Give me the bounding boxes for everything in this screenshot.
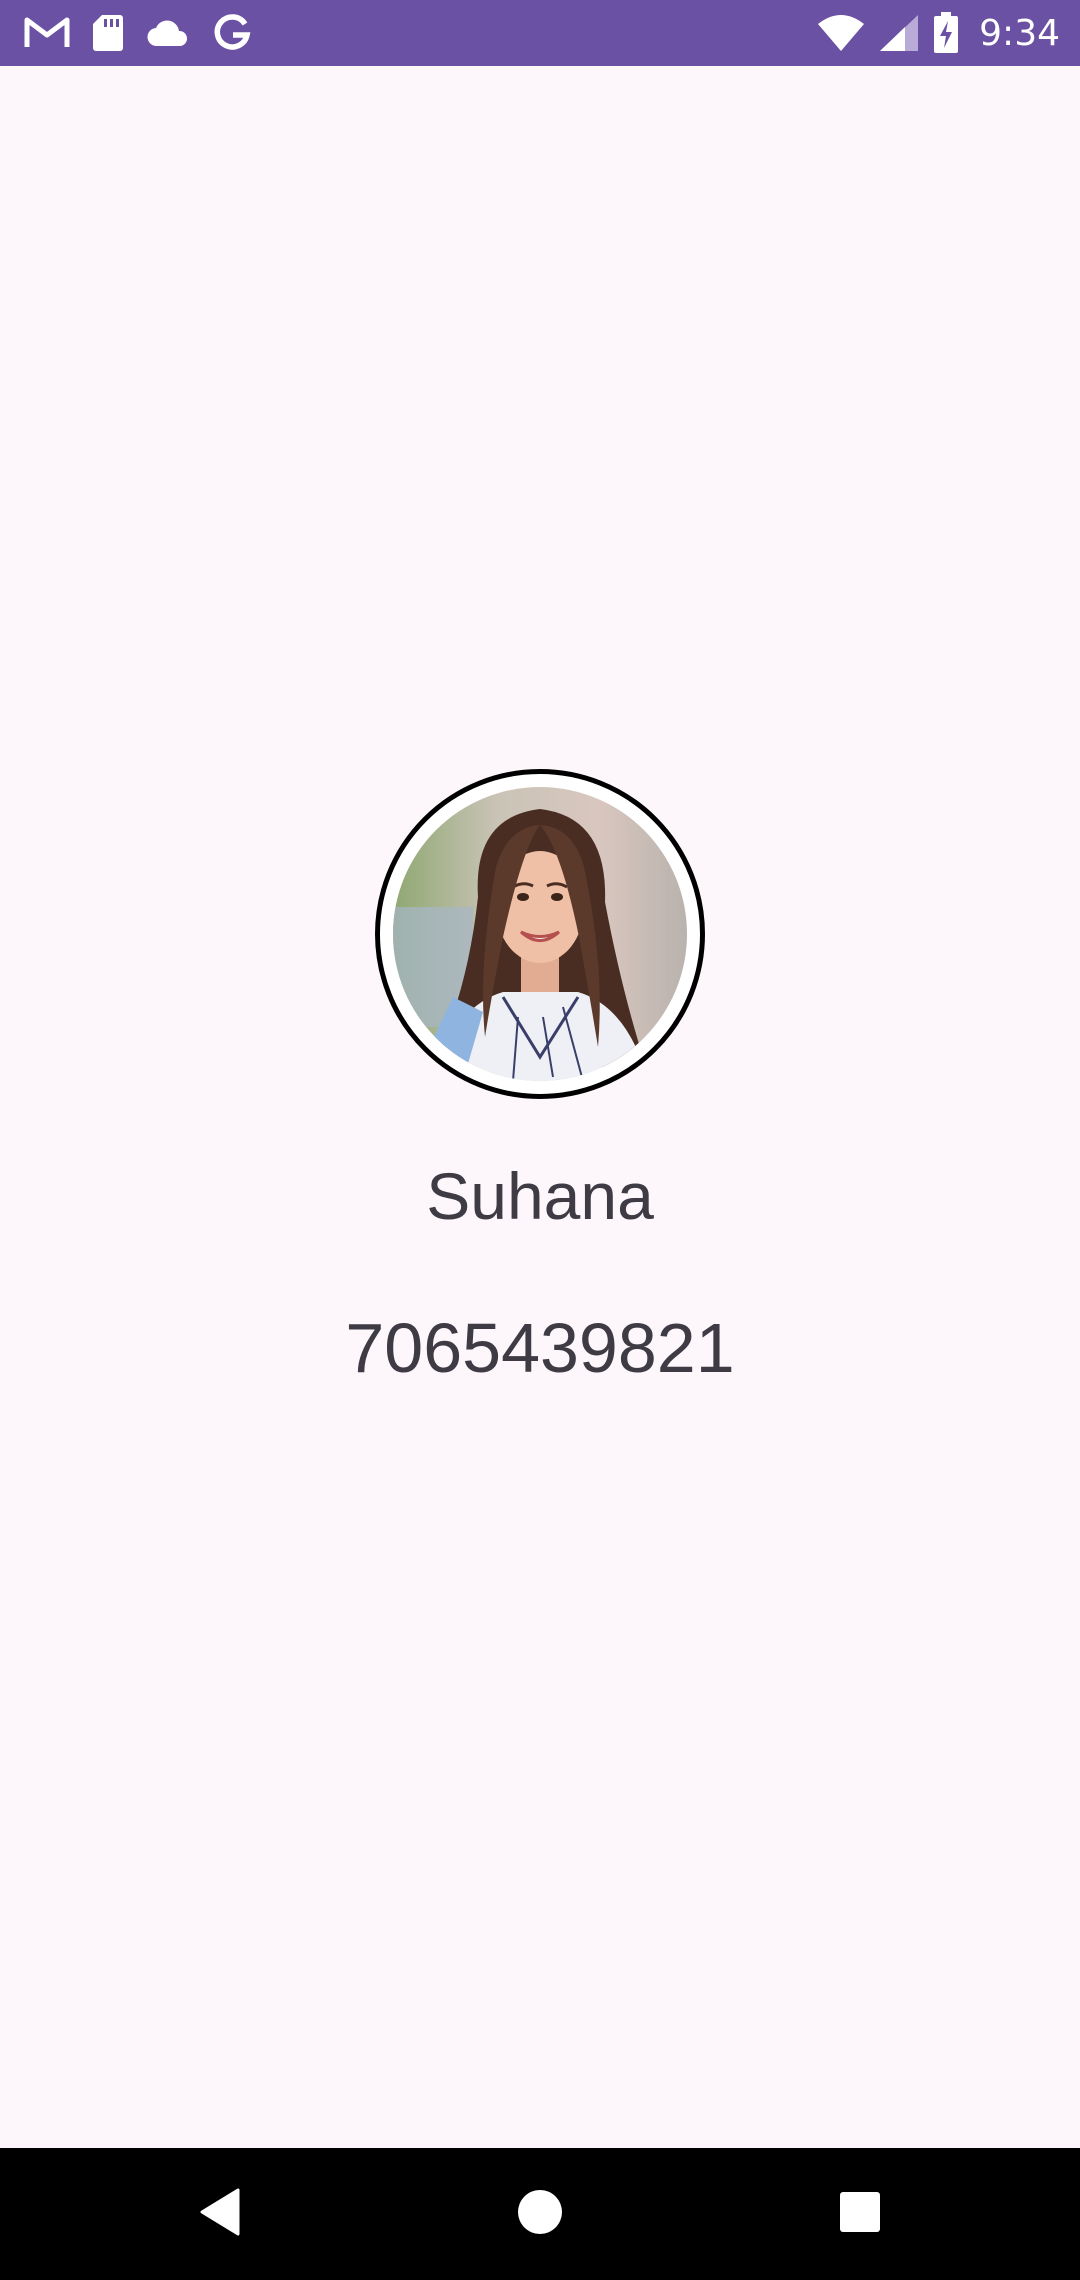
profile-photo bbox=[393, 787, 687, 1081]
navigation-bar bbox=[0, 2148, 1080, 2280]
clock: 9:34 bbox=[979, 12, 1060, 54]
sd-card-icon bbox=[92, 14, 124, 52]
wifi-icon bbox=[817, 14, 865, 52]
recents-icon bbox=[839, 2191, 881, 2237]
contact-detail: Suhana 7065439821 bbox=[0, 66, 1080, 2148]
home-button[interactable] bbox=[474, 2148, 606, 2280]
battery-charging-icon bbox=[933, 12, 959, 54]
status-bar: 9:34 bbox=[0, 0, 1080, 66]
cell-signal-icon bbox=[879, 14, 919, 52]
contact-phone[interactable]: 7065439821 bbox=[0, 1306, 1080, 1390]
system-icons: 9:34 bbox=[817, 0, 1060, 66]
google-icon bbox=[212, 13, 252, 53]
home-icon bbox=[517, 2189, 563, 2239]
notification-icons bbox=[24, 0, 252, 66]
contact-name: Suhana bbox=[426, 1159, 654, 1233]
gmail-icon bbox=[24, 16, 70, 50]
avatar[interactable] bbox=[375, 769, 705, 1099]
recents-button[interactable] bbox=[794, 2148, 926, 2280]
back-button[interactable] bbox=[154, 2148, 286, 2280]
back-icon bbox=[198, 2188, 242, 2240]
cloud-icon bbox=[146, 18, 190, 48]
